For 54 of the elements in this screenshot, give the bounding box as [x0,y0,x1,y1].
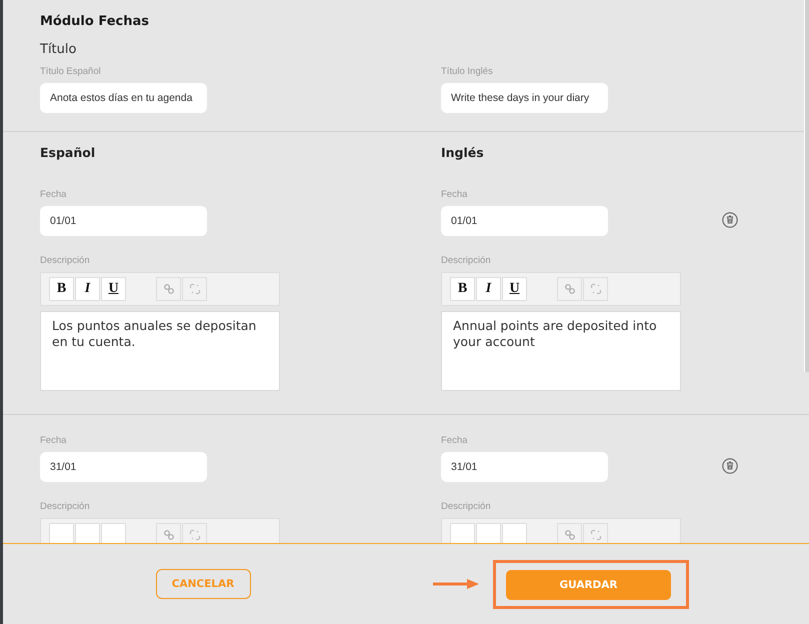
date-field[interactable]: 01/01 [441,206,608,236]
bold-button[interactable]: B [49,277,74,301]
field-label: Fecha [40,189,68,200]
broken-link-icon[interactable] [188,283,200,295]
link-icon[interactable] [564,529,576,541]
date-field[interactable]: 01/01 [40,206,207,236]
column-heading: Inglés [441,145,485,160]
field-label: Fecha [441,189,468,200]
text-field[interactable]: Write these days in your diary [441,83,608,113]
date-field[interactable]: 31/01 [441,452,608,482]
link-button[interactable] [557,277,582,301]
link-button[interactable] [557,523,582,543]
underline-button[interactable] [502,523,527,543]
trash-icon[interactable] [722,212,738,228]
module-title: Módulo Fechas [40,14,150,29]
link-icon[interactable] [564,283,576,295]
field-label: Descripción [441,501,492,512]
field-label: Descripción [441,255,492,266]
column-heading: Español [40,145,96,160]
field-label: Título Español [40,66,102,77]
link-button[interactable] [156,523,181,543]
link-icon[interactable] [162,283,174,295]
unlink-button[interactable] [583,277,608,301]
broken-link-icon[interactable] [590,529,602,541]
broken-link-icon[interactable] [188,529,200,541]
bold-button[interactable]: B [450,277,475,301]
link-icon[interactable] [162,529,174,541]
description-editor[interactable]: Annual points are deposited into your account [441,311,681,391]
link-button[interactable] [156,277,181,301]
date-field[interactable]: 31/01 [40,452,207,482]
bold-button[interactable] [450,523,475,543]
field-label: Descripción [40,255,91,266]
field-label: Fecha [40,435,68,446]
underline-button[interactable]: U [502,277,527,301]
unlink-button[interactable] [182,277,207,301]
underline-button[interactable]: U [101,277,126,301]
scrollbar[interactable] [804,0,809,372]
bold-button[interactable] [49,523,74,543]
description-editor[interactable]: Los puntos anuales se depositan en tu cuenta. [40,311,280,391]
underline-button[interactable] [101,523,126,543]
field-label: Descripción [40,501,91,512]
field-label: Título Inglés [441,66,494,77]
unlink-button[interactable] [583,523,608,543]
italic-button[interactable]: I [476,277,501,301]
section-title: Título [40,42,78,57]
trash-icon[interactable] [722,458,738,474]
italic-button[interactable]: I [75,277,100,301]
unlink-button[interactable] [182,523,207,543]
field-label: Fecha [441,435,468,446]
broken-link-icon[interactable] [590,283,602,295]
italic-button[interactable] [75,523,100,543]
text-field[interactable]: Anota estos días en tu agenda [40,83,207,113]
italic-button[interactable] [476,523,501,543]
arrow-icon[interactable] [433,578,481,590]
